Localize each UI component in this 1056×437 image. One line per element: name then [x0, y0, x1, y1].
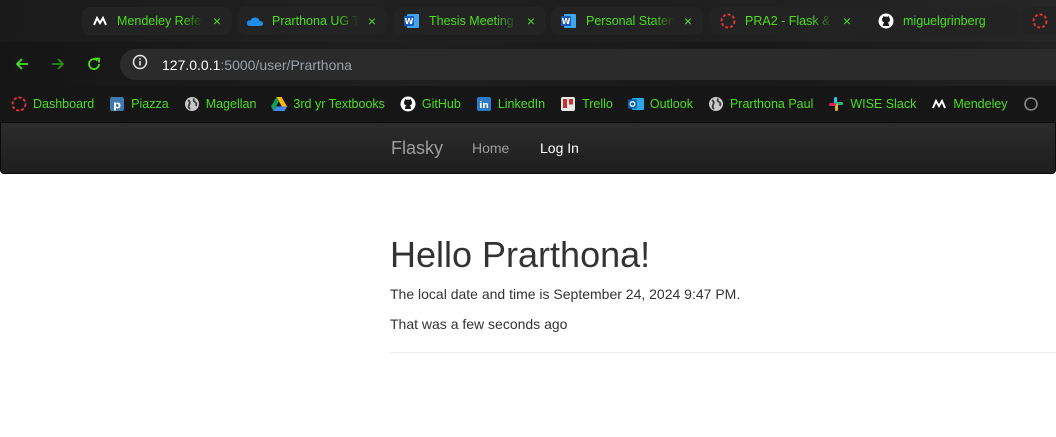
- bookmark-outlook[interactable]: Outlook: [627, 96, 693, 112]
- tab-title: Prarthona UG T: [272, 14, 359, 28]
- url-path: :5000/user/Prarthona: [220, 56, 352, 73]
- tab-miguelgrinberg[interactable]: miguelgrinberg: [868, 7, 1018, 35]
- bookmark-label: Prarthona Paul: [729, 97, 814, 111]
- tab-title: PRA2 - Flask &: [745, 14, 831, 28]
- close-icon[interactable]: ×: [524, 14, 538, 28]
- tab-personal-statement[interactable]: W Personal Staten ×: [551, 7, 703, 35]
- bookmark-trello[interactable]: Trello: [560, 96, 613, 112]
- tab-strip: Mendeley Refe × Prarthona UG T × W Thesi…: [0, 0, 1056, 42]
- relative-time-text: That was a few seconds ago: [390, 316, 568, 332]
- close-icon[interactable]: ×: [681, 14, 695, 28]
- bookmark-magellan[interactable]: Magellan: [184, 96, 257, 112]
- tab-thesis-meeting[interactable]: W Thesis Meeting ×: [394, 7, 546, 35]
- tab-onedrive[interactable]: Prarthona UG T ×: [237, 7, 387, 35]
- slack-icon: [828, 96, 844, 112]
- bookmark-dashboard[interactable]: Dashboard: [11, 96, 94, 112]
- nav-link-login[interactable]: Log In: [540, 140, 579, 156]
- bookmarks-bar: Dashboard p Piazza Magellan 3rd yr Textb…: [0, 86, 1056, 122]
- close-icon[interactable]: ×: [840, 14, 854, 28]
- datetime-text: The local date and time is September 24,…: [390, 286, 741, 302]
- linkedin-icon: in: [476, 96, 492, 112]
- bookmark-label: Dashboard: [33, 97, 95, 111]
- url-text: 127.0.0.1:5000/user/Prarthona: [162, 57, 352, 73]
- bookmark-3rd-yr-textbooks[interactable]: 3rd yr Textbooks: [271, 96, 385, 112]
- address-bar[interactable]: 127.0.0.1:5000/user/Prarthona: [120, 49, 1056, 80]
- nav-link-home[interactable]: Home: [472, 140, 509, 156]
- arrow-left-icon: [15, 58, 28, 70]
- url-host: 127.0.0.1: [162, 56, 221, 73]
- bookmark-label: Piazza: [131, 97, 169, 111]
- close-icon[interactable]: ×: [365, 14, 379, 28]
- bookmark-label: GitHub: [421, 97, 461, 111]
- tab-title: Thesis Meeting: [429, 14, 514, 28]
- back-button[interactable]: [10, 52, 34, 76]
- bookmark-label: Mendeley: [953, 97, 1008, 111]
- github-icon: [400, 96, 416, 112]
- word-icon: W: [561, 13, 577, 29]
- github-icon: [878, 13, 894, 29]
- bookmark-github[interactable]: GitHub: [400, 96, 461, 112]
- tab-pra2-flask[interactable]: PRA2 - Flask & ×: [710, 7, 862, 35]
- dashed-circle-icon: [720, 13, 736, 29]
- piazza-icon: p: [109, 96, 125, 112]
- svg-text:W: W: [405, 17, 414, 26]
- tab-title: Personal Staten: [586, 14, 675, 28]
- browser-toolbar: 127.0.0.1:5000/user/Prarthona: [0, 42, 1056, 86]
- bookmark-label: 3rd yr Textbooks: [293, 97, 385, 111]
- mendeley-icon: [92, 13, 108, 29]
- close-icon[interactable]: ×: [210, 14, 224, 28]
- svg-text:in: in: [479, 101, 489, 111]
- tab-partial[interactable]: [1022, 7, 1056, 35]
- bookmark-label: Magellan: [205, 97, 257, 111]
- bookmark-label: Trello: [582, 97, 613, 111]
- reload-icon: [88, 57, 100, 70]
- globe-icon: [184, 96, 200, 112]
- bookmark-label: WISE Slack: [850, 97, 917, 111]
- globe-icon: [708, 96, 724, 112]
- reload-button[interactable]: [82, 52, 106, 76]
- bookmark-label: LinkedIn: [497, 97, 546, 111]
- google-drive-icon: [271, 96, 288, 112]
- forward-button[interactable]: [46, 52, 70, 76]
- divider: [390, 352, 1056, 353]
- trello-icon: [560, 96, 576, 112]
- tab-title: miguelgrinberg: [903, 14, 986, 28]
- onedrive-icon: [247, 13, 263, 29]
- mendeley-icon: [931, 96, 947, 112]
- info-icon[interactable]: [132, 54, 148, 75]
- dashed-circle-icon: [1032, 13, 1048, 29]
- bookmark-piazza[interactable]: p Piazza: [109, 96, 169, 112]
- bookmark-wise-slack[interactable]: WISE Slack: [828, 96, 916, 112]
- arrow-right-icon: [52, 58, 65, 70]
- tab-mendeley[interactable]: Mendeley Refe ×: [82, 7, 232, 35]
- word-icon: W: [404, 13, 420, 29]
- bookmark-linkedin[interactable]: in LinkedIn: [476, 96, 545, 112]
- bookmark-prarthona-paul[interactable]: Prarthona Paul: [708, 96, 813, 112]
- outlook-icon: [627, 96, 644, 112]
- page-heading: Hello Prarthona!: [390, 234, 651, 275]
- site-navbar: Flasky Home Log In: [0, 122, 1056, 174]
- bookmark-overflow[interactable]: [1023, 96, 1045, 112]
- bookmark-label: Outlook: [649, 97, 693, 111]
- bookmark-mendeley[interactable]: Mendeley: [931, 96, 1008, 112]
- navbar-brand[interactable]: Flasky: [391, 138, 443, 159]
- dashed-circle-icon: [11, 96, 27, 112]
- tab-title: Mendeley Refe: [117, 14, 202, 28]
- clock-icon: [1023, 96, 1039, 112]
- svg-text:W: W: [562, 17, 571, 26]
- svg-text:p: p: [113, 99, 121, 112]
